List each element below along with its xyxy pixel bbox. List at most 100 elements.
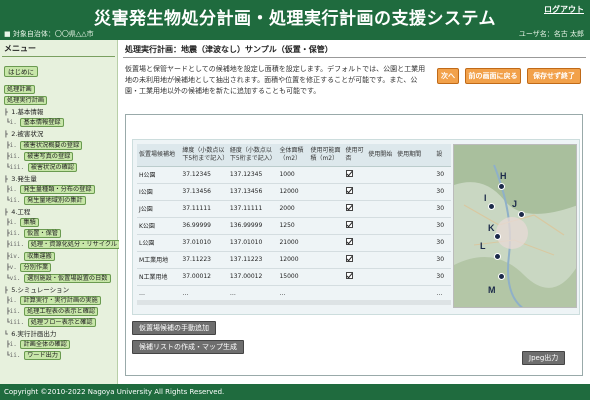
sidebar-item-10[interactable]: ┗ii. 発生量地域別の集計 [6, 195, 86, 205]
cell-area: 21000 [277, 234, 309, 252]
cell-lat: 37.00012 [180, 268, 228, 286]
availability-checkbox[interactable] [345, 255, 353, 262]
cell-lon: 137.01010 [227, 234, 278, 252]
availability-checkbox-cell[interactable] [343, 268, 367, 286]
sidebar-section-label: 5.シミュレーション [11, 285, 70, 294]
cell-usable [308, 217, 344, 235]
table-row[interactable]: I公園 37.13456 137.13456 12000 30 [137, 183, 451, 201]
availability-checkbox[interactable] [345, 238, 353, 245]
sidebar-item-button[interactable]: 被害写真の登録 [24, 151, 74, 161]
tree-branch-marker: ┣iv. [6, 252, 25, 260]
sidebar-item-button[interactable]: 処理フロー表示と確認 [27, 318, 96, 328]
sidebar-item-19[interactable]: ┣i. 計算実行・実行計画の実施 [6, 295, 101, 305]
sidebar-item-button[interactable]: 基本情報登録 [20, 118, 64, 128]
map-pin-j[interactable] [518, 211, 525, 218]
sidebar-item-23[interactable]: ┣i. 計画全体の確認 [6, 339, 70, 350]
cell-period [395, 268, 435, 286]
intro-button[interactable]: はじめに [4, 66, 38, 77]
availability-checkbox-cell[interactable] [343, 251, 367, 269]
sidebar-item-button[interactable]: 処理実行計画 [4, 96, 48, 106]
table-row[interactable]: K公園 36.99999 136.99999 1250 30 [137, 217, 451, 235]
sidebar-item-17[interactable]: ┗vi. 選別施設・仮置場設置の日数 [6, 273, 111, 283]
sidebar-item-13[interactable]: ┣ii. 仮置・保管 [6, 228, 61, 239]
table-row[interactable]: J公園 37.11111 137.11111 2000 30 [137, 200, 451, 218]
sidebar-item-button[interactable]: 処理工程表の表示と確認 [24, 307, 99, 316]
tree-branch-marker: ┣ii. [6, 152, 25, 160]
sidebar-item-8: ┣ 3.発生量 [4, 173, 37, 183]
cell-usable [308, 268, 344, 286]
availability-checkbox[interactable] [345, 221, 353, 228]
availability-checkbox-cell[interactable] [343, 166, 367, 184]
sidebar-item-4: ┣ 2.被害状況 [4, 128, 43, 138]
sidebar-item-button[interactable]: 処理計画 [4, 85, 35, 94]
sidebar-item-12[interactable]: ┣i. 集積 [6, 217, 39, 228]
availability-checkbox[interactable] [345, 187, 353, 194]
availability-checkbox[interactable] [345, 170, 353, 177]
create-list-button[interactable]: 候補リストの作成・マップ生成 [132, 340, 244, 354]
sidebar-item-button[interactable]: 収集運搬 [24, 251, 55, 261]
table-horizontal-scrollbar[interactable] [137, 300, 451, 305]
map-pin-h[interactable] [498, 183, 505, 190]
tree-branch-marker: ┣i. [6, 219, 21, 227]
candidate-area: 仮置場候補地 緯度（小数点以下5桁まで記入） 経度（小数点以下5桁まで記入） 全… [132, 139, 580, 315]
cell-extra: 30 [434, 251, 451, 269]
sidebar-item-button[interactable]: 発生量種類・分布の登録 [20, 184, 95, 194]
sidebar-item-button[interactable]: 発生量地域別の集計 [24, 196, 86, 205]
add-candidate-manually-button[interactable]: 仮置場候補の手動追加 [132, 321, 216, 335]
sidebar-item-3[interactable]: ┗i. 基本情報登録 [6, 117, 64, 128]
sidebar-item-button[interactable]: 被害状況の確認 [27, 162, 77, 172]
sidebar-item-16[interactable]: ┣v. 分別作業 [6, 262, 52, 272]
logout-link[interactable]: ログアウト [544, 4, 584, 15]
next-button[interactable]: 次へ [437, 68, 459, 84]
cell-extra: 30 [434, 217, 451, 235]
sidebar-item-button[interactable]: 仮置・保管 [24, 229, 61, 239]
sidebar-item-button[interactable]: 分別作業 [20, 262, 52, 272]
sidebar-item-21[interactable]: ┗iii. 処理フロー表示と確認 [6, 317, 96, 328]
cell-start [366, 166, 396, 184]
sidebar-item-button[interactable]: 計算実行・実行計画の実施 [20, 295, 101, 305]
candidate-table-body: H公園 37.12345 137.12345 1000 30 I公園 37.13456 137… [137, 166, 451, 303]
availability-checkbox-cell[interactable] [343, 217, 367, 235]
sidebar-section-label: 6.実行計画出力 [11, 330, 57, 339]
availability-checkbox-cell[interactable] [343, 183, 367, 201]
sidebar-item-1[interactable]: 処理実行計画 [4, 95, 48, 106]
sidebar-item-button[interactable]: 処理・資源化処分・リサイクル [27, 240, 121, 250]
candidate-map[interactable]: H I J K L M [453, 144, 577, 308]
cell-start [366, 217, 396, 235]
sidebar-item-5[interactable]: ┣i. 被害状況概要の登録 [6, 140, 83, 150]
availability-checkbox[interactable] [345, 204, 353, 211]
sidebar-item-24[interactable]: ┗ii. ワード出力 [6, 350, 61, 361]
sidebar-item-button[interactable]: 被害状況概要の登録 [20, 140, 83, 150]
availability-checkbox[interactable] [345, 272, 353, 279]
sidebar-item-7[interactable]: ┗iii. 被害状況の確認 [6, 162, 77, 172]
col-header-lon: 経度（小数点以下5桁まで記入） [227, 144, 278, 167]
sidebar-item-button[interactable]: 集積 [20, 218, 39, 228]
map-pin-k[interactable] [494, 233, 501, 240]
table-row[interactable]: N工業用地 37.00012 137.00012 15000 30 [137, 268, 451, 286]
sidebar-item-button[interactable]: ワード出力 [24, 351, 61, 361]
exit-without-save-button[interactable]: 保存せず終了 [527, 68, 581, 84]
map-pin-m[interactable] [498, 273, 505, 280]
sidebar-item-15[interactable]: ┣iv. 収集運搬 [6, 251, 55, 261]
sidebar-item-button[interactable]: 選別施設・仮置場設置の日数 [24, 273, 111, 283]
app-header: 災害発生物処分計画・処理実行計画の支援システム ログアウト ■ 対象自治体：〇〇… [0, 0, 590, 40]
sidebar-item-6[interactable]: ┣ii. 被害写真の登録 [6, 151, 74, 161]
map-pin-i[interactable] [488, 203, 495, 210]
sidebar-item-14[interactable]: ┣iii. 処理・資源化処分・リサイクル [6, 239, 121, 250]
sidebar-item-9[interactable]: ┣i. 発生量種類・分布の登録 [6, 184, 95, 194]
title-divider [123, 57, 586, 58]
table-row[interactable]: H公園 37.12345 137.12345 1000 30 [137, 166, 451, 184]
cell-extra: 30 [434, 166, 451, 184]
availability-checkbox-cell[interactable] [343, 200, 367, 218]
sidebar-item-button[interactable]: 計画全体の確認 [20, 340, 70, 350]
sidebar-item-0[interactable]: 処理計画 [4, 84, 35, 94]
table-row[interactable]: M工業用地 37.11223 137.11223 12000 30 [137, 251, 451, 269]
cell-lon: 137.12345 [227, 166, 278, 184]
back-button[interactable]: 前の画面に戻る [465, 68, 521, 84]
sidebar-item-20[interactable]: ┣ii. 処理工程表の表示と確認 [6, 306, 99, 316]
map-label-h: H [500, 171, 507, 181]
jpeg-export-button[interactable]: Jpeg出力 [522, 351, 566, 365]
table-row[interactable]: L公園 37.01010 137.01010 21000 30 [137, 234, 451, 252]
availability-checkbox-cell[interactable] [343, 234, 367, 252]
map-pin-l[interactable] [494, 253, 501, 260]
